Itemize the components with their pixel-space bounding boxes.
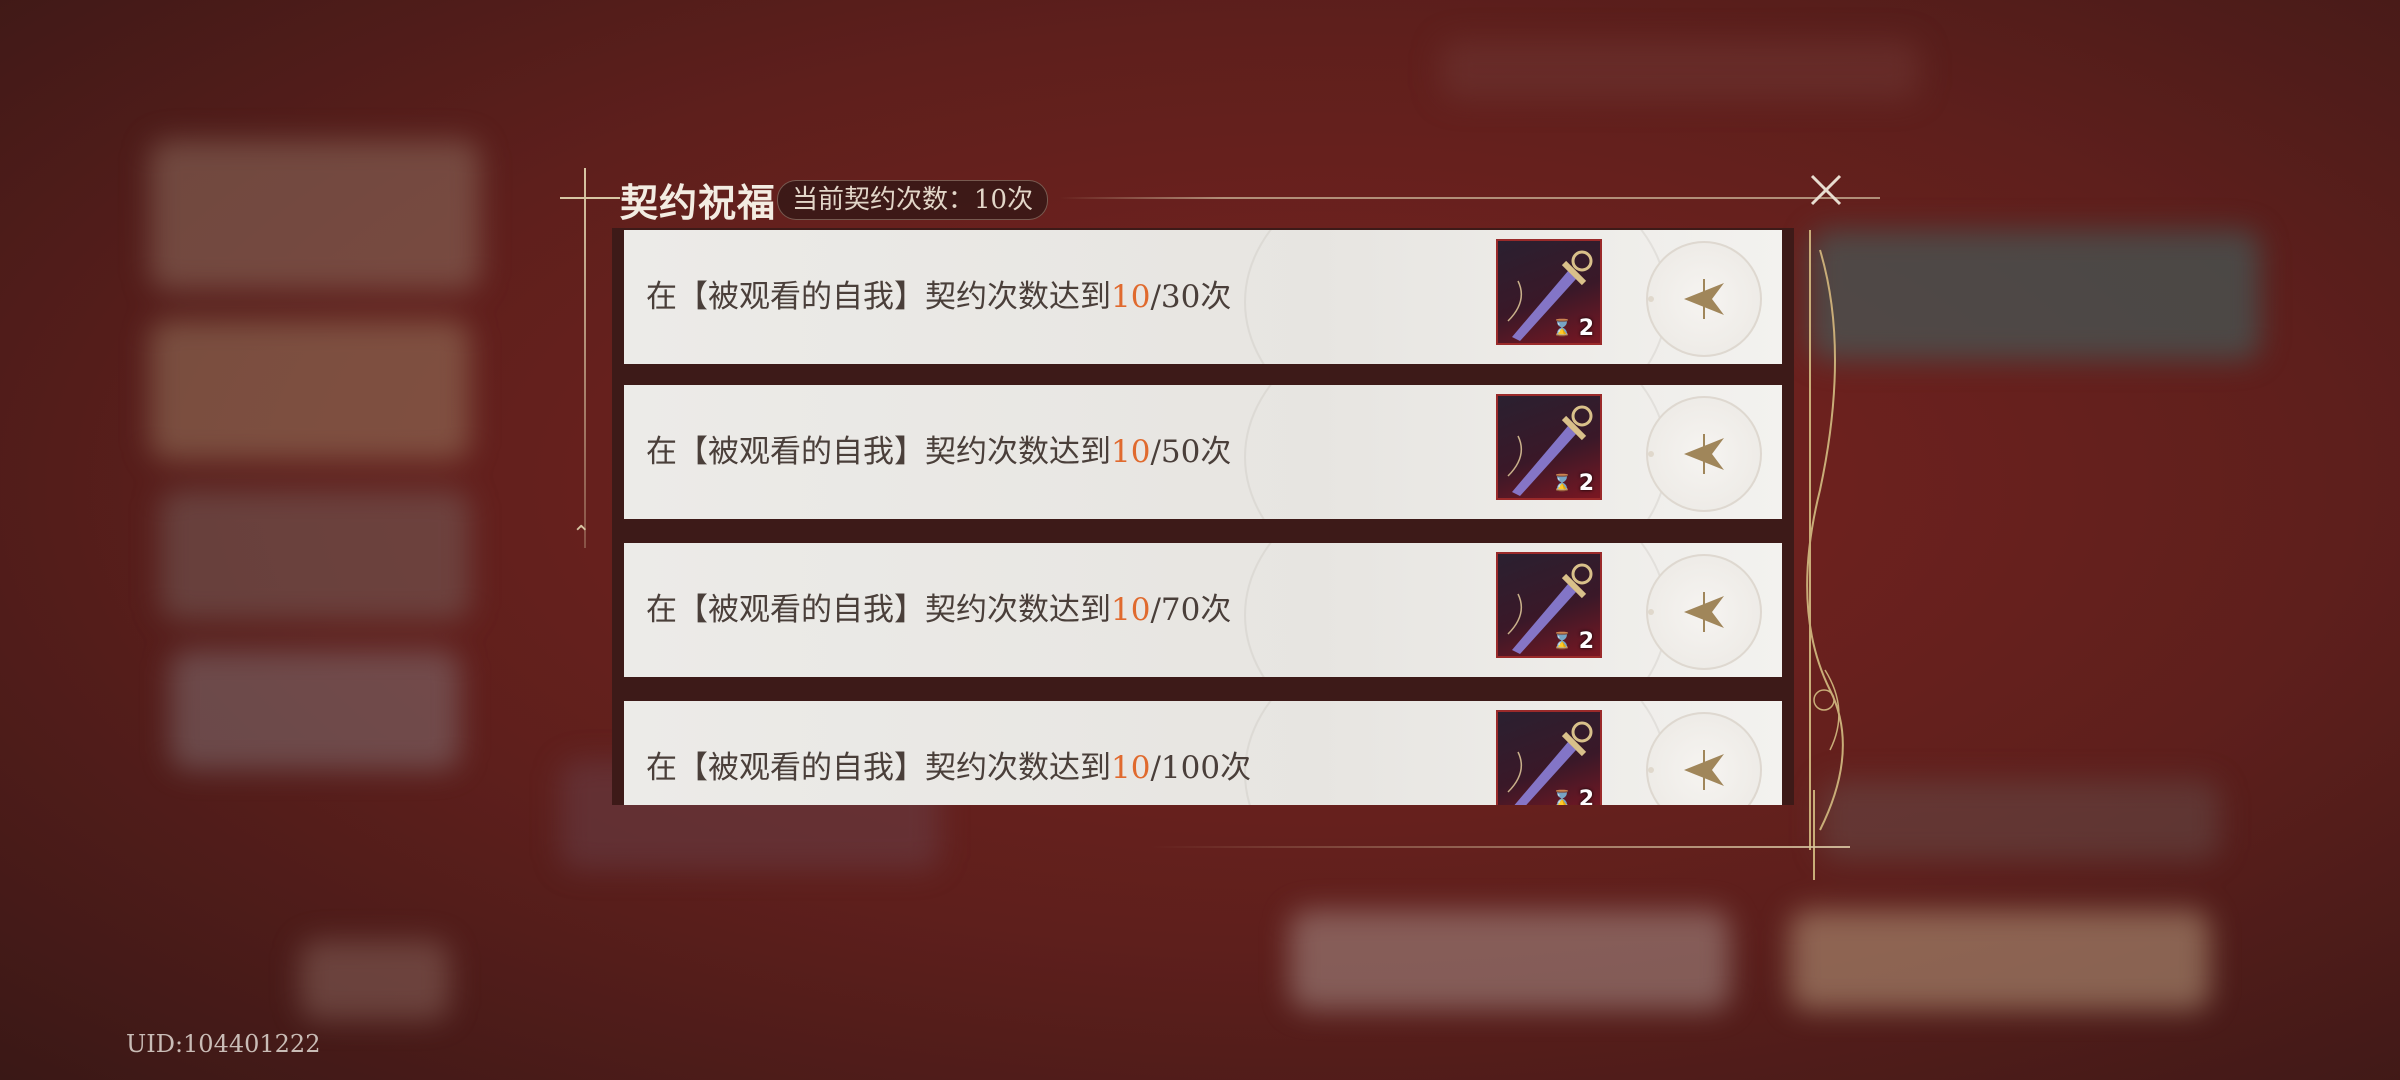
hourglass-icon: ⌛ bbox=[1552, 318, 1572, 337]
reward-row: 在【被观看的自我】契约次数达到10/100次 ⌛ 2 bbox=[624, 701, 1782, 805]
reward-row: 在【被观看的自我】契约次数达到10/50次 ⌛ 2 bbox=[624, 385, 1782, 519]
reward-list[interactable]: 在【被观看的自我】契约次数达到10/30次 ⌛ 2 在【被观看的自我】契约次数达… bbox=[612, 228, 1794, 805]
reward-quantity: 2 bbox=[1578, 787, 1594, 805]
arrow-emblem-icon bbox=[1684, 279, 1724, 319]
claim-button[interactable] bbox=[1646, 712, 1762, 805]
claim-button[interactable] bbox=[1646, 554, 1762, 670]
current-count: 10 bbox=[1111, 750, 1151, 786]
reward-quantity: 2 bbox=[1578, 316, 1594, 341]
reward-item[interactable]: ⌛ 2 bbox=[1496, 710, 1602, 805]
arrow-emblem-icon bbox=[1684, 434, 1724, 474]
reward-item[interactable]: ⌛ 2 bbox=[1496, 394, 1602, 500]
reward-quantity: 2 bbox=[1578, 629, 1594, 654]
uid-label: UID:104401222 bbox=[126, 1030, 321, 1058]
close-icon bbox=[1810, 174, 1842, 206]
reward-item[interactable]: ⌛ 2 bbox=[1496, 239, 1602, 345]
footer-ornament-line bbox=[1150, 846, 1850, 848]
reward-row: 在【被观看的自我】契约次数达到10/30次 ⌛ 2 bbox=[624, 230, 1782, 364]
contract-count-badge: 当前契约次数：10次 bbox=[777, 180, 1049, 220]
header-divider bbox=[1060, 197, 1880, 199]
frame-ornament-right bbox=[1806, 230, 1844, 880]
reward-item[interactable]: ⌛ 2 bbox=[1496, 552, 1602, 658]
milestone-text: 在【被观看的自我】契约次数达到10/50次 bbox=[646, 434, 1232, 470]
reward-quantity: 2 bbox=[1578, 471, 1594, 496]
milestone-text: 在【被观看的自我】契约次数达到10/100次 bbox=[646, 750, 1252, 786]
close-button[interactable] bbox=[1806, 170, 1846, 210]
current-count: 10 bbox=[1111, 279, 1151, 315]
frame-ornament-left bbox=[584, 168, 586, 548]
hourglass-icon: ⌛ bbox=[1552, 631, 1572, 650]
current-count: 10 bbox=[1111, 592, 1151, 628]
hourglass-icon: ⌛ bbox=[1552, 789, 1572, 805]
arrow-emblem-icon bbox=[1684, 592, 1724, 632]
header-ornament-left bbox=[560, 197, 620, 199]
dialog-title: 契约祝福 bbox=[620, 180, 777, 225]
milestone-text: 在【被观看的自我】契约次数达到10/70次 bbox=[646, 592, 1232, 628]
claim-button[interactable] bbox=[1646, 396, 1762, 512]
arrow-emblem-icon bbox=[1684, 750, 1724, 790]
reward-row: 在【被观看的自我】契约次数达到10/70次 ⌛ 2 bbox=[624, 543, 1782, 677]
arrow-ornament-icon: ⌃ bbox=[572, 522, 591, 547]
current-count: 10 bbox=[1111, 434, 1151, 470]
claim-button[interactable] bbox=[1646, 241, 1762, 357]
hourglass-icon: ⌛ bbox=[1552, 473, 1572, 492]
milestone-text: 在【被观看的自我】契约次数达到10/30次 bbox=[646, 279, 1232, 315]
